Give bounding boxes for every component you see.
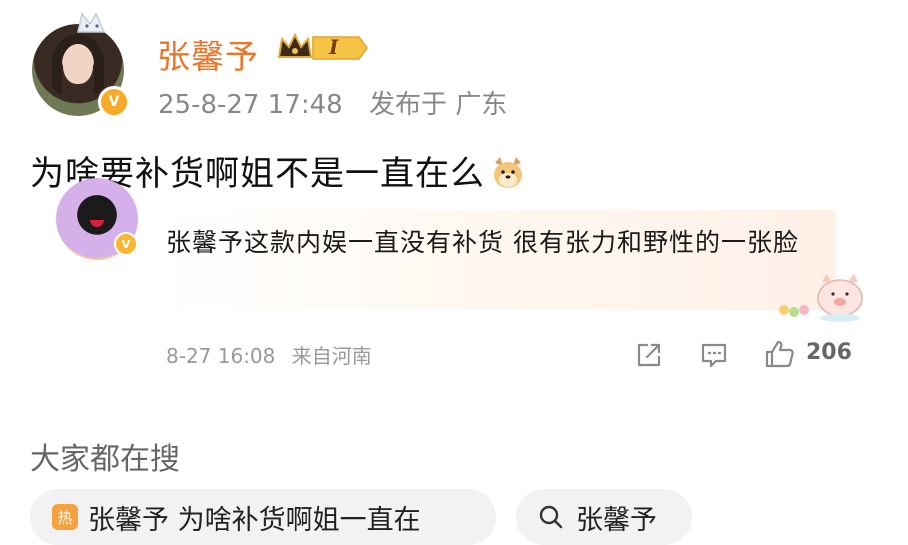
trending-search-title: 大家都在搜 bbox=[30, 442, 180, 477]
like-count: 206 bbox=[806, 340, 852, 365]
search-chip-1[interactable]: 热 张馨予 为啥补货啊姐一直在 bbox=[30, 489, 496, 545]
comment-text: 张馨予这款内娱一直没有补货 很有张力和野性的一张脸 bbox=[166, 228, 799, 257]
post-meta: 25-8-27 17:48 发布于 广东 bbox=[158, 84, 507, 121]
cartoon-pig-sticker-icon bbox=[779, 274, 863, 322]
like-thumb-icon[interactable] bbox=[764, 338, 796, 370]
search-icon bbox=[539, 505, 563, 529]
search-chip-label: 张馨予 bbox=[576, 504, 657, 536]
share-icon[interactable] bbox=[634, 340, 664, 370]
quoted-comment-card[interactable]: V 张馨予这款内娱一直没有补货 很有张力和野性的一张脸 bbox=[56, 178, 866, 322]
member-level-label: I bbox=[329, 35, 339, 59]
post-timestamp: 25-8-27 17:48 bbox=[158, 90, 343, 120]
comment-icon[interactable] bbox=[699, 340, 729, 370]
commenter-verified-icon: V bbox=[114, 232, 138, 256]
comment-meta: 8-27 16:08 来自河南 bbox=[166, 340, 372, 369]
hot-icon: 热 bbox=[52, 504, 78, 530]
commenter-avatar[interactable]: V bbox=[56, 178, 140, 262]
doge-emoji-icon bbox=[494, 157, 522, 188]
author-name[interactable]: 张馨予 bbox=[157, 30, 259, 78]
post-location: 发布于 广东 bbox=[368, 90, 508, 120]
comment-source: 来自河南 bbox=[291, 344, 372, 368]
verified-badge-icon: V bbox=[98, 86, 130, 118]
crown-icon bbox=[277, 32, 368, 60]
comment-timestamp: 8-27 16:08 bbox=[166, 344, 276, 368]
member-crown-badge[interactable]: I bbox=[277, 31, 369, 65]
commenter-name-partial bbox=[166, 182, 386, 196]
search-chip-2[interactable]: 张馨予 bbox=[516, 489, 692, 545]
search-chip-label: 张馨予 为啥补货啊姐一直在 bbox=[88, 504, 421, 536]
cat-ear-decoration-icon bbox=[77, 12, 106, 33]
author-avatar[interactable]: V bbox=[32, 12, 130, 120]
